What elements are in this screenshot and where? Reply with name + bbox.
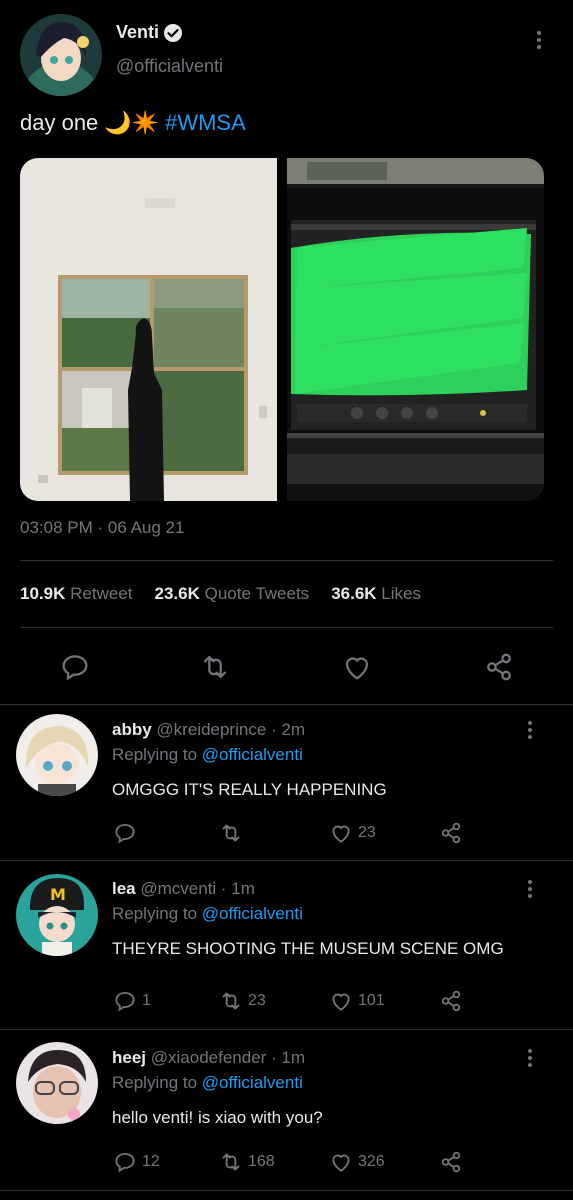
retweet-count: 23 — [248, 992, 266, 1009]
reply-button[interactable] — [112, 820, 142, 846]
retweet-stat[interactable]: 10.9K Retweet — [20, 584, 132, 604]
more-icon[interactable] — [518, 718, 542, 742]
tweet-timestamp[interactable]: 03:08 PM · 06 Aug 21 — [20, 518, 184, 538]
retweet-icon — [218, 820, 244, 846]
reply-actions: 23 — [0, 820, 573, 846]
reply-icon — [112, 820, 138, 846]
reply-header: heej @xiaodefender · 1m — [112, 1048, 305, 1068]
author-name-text[interactable]: Venti — [116, 22, 159, 43]
tweet-media[interactable] — [20, 158, 544, 501]
reply-avatar-lea[interactable]: M — [16, 874, 98, 956]
divider — [0, 1029, 573, 1030]
reply-handle[interactable]: @mcventi · 1m — [140, 879, 255, 898]
media-photo-monitor[interactable] — [287, 158, 544, 501]
tweet-actions — [0, 650, 573, 684]
like-count: 326 — [358, 1153, 385, 1170]
divider — [0, 860, 573, 861]
reply-avatar-abby[interactable] — [16, 714, 98, 796]
divider — [0, 1190, 573, 1191]
reply-context: Replying to @officialventi — [112, 1073, 303, 1093]
reply-header: abby @kreideprince · 2m — [112, 720, 305, 740]
divider — [0, 704, 573, 705]
replying-label: Replying to — [112, 904, 198, 923]
like-button[interactable]: 23 — [328, 820, 376, 846]
media-photo-museum[interactable] — [20, 158, 277, 501]
quote-stat[interactable]: 23.6K Quote Tweets — [154, 584, 309, 604]
like-icon — [328, 988, 354, 1014]
reply-text: OMGGG IT'S REALLY HAPPENING — [112, 780, 387, 799]
share-icon — [438, 820, 464, 846]
replying-to-link[interactable]: @officialventi — [202, 1073, 303, 1092]
share-button[interactable] — [438, 1149, 464, 1175]
reply-name[interactable]: lea — [112, 879, 136, 898]
share-button[interactable] — [438, 988, 464, 1014]
likes-stat[interactable]: 36.6K Likes — [331, 584, 421, 604]
reply-icon — [112, 1149, 138, 1175]
replying-to-link[interactable]: @officialventi — [202, 904, 303, 923]
share-icon[interactable] — [482, 650, 516, 684]
retweet-icon — [218, 988, 244, 1014]
reply-header: lea @mcventi · 1m — [112, 879, 255, 899]
share-button[interactable] — [438, 820, 464, 846]
reply-count: 12 — [142, 1153, 160, 1170]
like-icon[interactable] — [340, 650, 374, 684]
reply-icon — [112, 988, 138, 1014]
like-count: 101 — [358, 992, 385, 1009]
share-icon — [438, 1149, 464, 1175]
replying-to-link[interactable]: @officialventi — [202, 745, 303, 764]
retweet-button[interactable] — [218, 820, 248, 846]
reply-icon[interactable] — [58, 650, 92, 684]
retweet-button[interactable]: 168 — [218, 1149, 275, 1175]
author-handle[interactable]: @officialventi — [116, 56, 223, 77]
reply-name[interactable]: heej — [112, 1048, 146, 1067]
reply-avatar-heej[interactable] — [16, 1042, 98, 1124]
replying-label: Replying to — [112, 745, 198, 764]
reply-text: hello venti! is xiao with you? — [112, 1108, 323, 1127]
reply-handle[interactable]: @kreideprince · 2m — [156, 720, 305, 739]
verified-icon — [163, 23, 183, 43]
more-icon[interactable] — [527, 28, 551, 52]
replying-label: Replying to — [112, 1073, 198, 1092]
retweet-button[interactable]: 23 — [218, 988, 266, 1014]
tweet-stats: 10.9K Retweet 23.6K Quote Tweets 36.6K L… — [20, 584, 421, 604]
like-icon — [328, 1149, 354, 1175]
hashtag-link[interactable]: #WMSA — [165, 110, 246, 136]
reply-actions: 1 23 101 — [0, 988, 573, 1014]
retweet-icon — [218, 1149, 244, 1175]
retweet-count: 168 — [248, 1153, 275, 1170]
share-icon — [438, 988, 464, 1014]
reply-context: Replying to @officialventi — [112, 904, 303, 924]
tweet-body: day one — [20, 110, 99, 135]
like-icon — [328, 820, 354, 846]
reply-context: Replying to @officialventi — [112, 745, 303, 765]
reply-button[interactable]: 12 — [112, 1149, 160, 1175]
tweet-text: day one 🌙✴️ #WMSA — [20, 110, 246, 136]
reply-actions: 12 168 326 — [0, 1149, 573, 1175]
reply-count: 1 — [142, 992, 151, 1009]
reply-text: THEYRE SHOOTING THE MUSEUM SCENE OMG — [112, 939, 504, 958]
more-icon[interactable] — [518, 1046, 542, 1070]
divider — [20, 560, 553, 561]
author-avatar[interactable] — [20, 14, 102, 96]
reply-handle[interactable]: @xiaodefender · 1m — [151, 1048, 305, 1067]
svg-text:M: M — [50, 885, 66, 904]
more-icon[interactable] — [518, 877, 542, 901]
tweet-emoji: 🌙✴️ — [104, 110, 160, 136]
like-button[interactable]: 101 — [328, 988, 385, 1014]
divider — [20, 627, 553, 628]
retweet-icon[interactable] — [198, 650, 232, 684]
author-name[interactable]: Venti — [116, 22, 183, 43]
like-count: 23 — [358, 824, 376, 841]
reply-button[interactable]: 1 — [112, 988, 151, 1014]
like-button[interactable]: 326 — [328, 1149, 385, 1175]
reply-name[interactable]: abby — [112, 720, 152, 739]
